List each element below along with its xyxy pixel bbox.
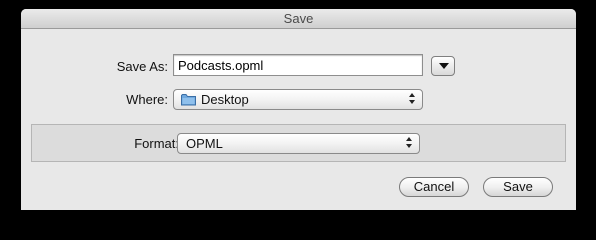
format-accessory-panel: Format: OPML xyxy=(31,124,566,162)
where-value: Desktop xyxy=(201,92,249,107)
folder-icon xyxy=(181,94,196,106)
updown-arrows-icon xyxy=(406,136,414,150)
window-title: Save xyxy=(283,11,314,26)
expand-dialog-button[interactable] xyxy=(431,56,455,76)
save-button[interactable]: Save xyxy=(483,177,553,197)
format-popup[interactable]: OPML xyxy=(177,133,420,154)
save-as-field[interactable] xyxy=(173,54,423,76)
chevron-down-icon xyxy=(439,63,449,69)
save-dialog: Save Save As: Where: Desktop Format: OPM… xyxy=(21,9,576,210)
cancel-button[interactable]: Cancel xyxy=(399,177,469,197)
where-popup[interactable]: Desktop xyxy=(173,89,423,110)
title-bar[interactable]: Save xyxy=(21,9,576,29)
where-label: Where: xyxy=(126,92,168,107)
updown-arrows-icon xyxy=(409,92,417,106)
format-value: OPML xyxy=(186,136,223,151)
save-as-label: Save As: xyxy=(116,59,168,74)
format-label: Format: xyxy=(134,136,179,151)
